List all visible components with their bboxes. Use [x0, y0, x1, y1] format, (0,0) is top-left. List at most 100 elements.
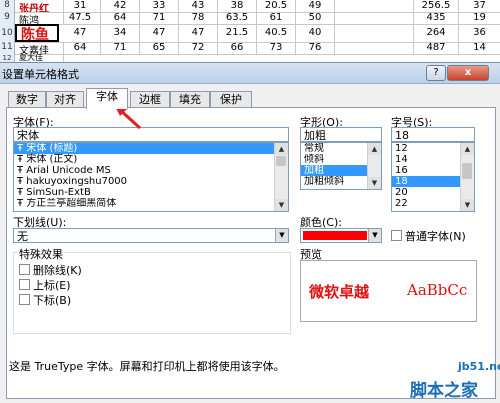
data-cell[interactable]: 40.5 [257, 24, 296, 42]
scroll-up-icon[interactable]: ▲ [275, 143, 288, 155]
name-cell[interactable]: 陈鸿 [15, 12, 64, 24]
data-cell[interactable]: 64 [60, 42, 101, 54]
font-list[interactable]: Ŧ 宋体 (标题) Ŧ 宋体 (正文) Ŧ Arial Unicode MS Ŧ… [13, 142, 289, 212]
data-cell[interactable] [335, 0, 414, 12]
row-header[interactable]: 10 [0, 24, 15, 42]
scroll-thumb[interactable] [276, 156, 286, 166]
style-list-scrollbar[interactable]: ▲ ▼ [367, 143, 381, 189]
data-cell[interactable]: 73 [257, 42, 296, 54]
data-cell[interactable]: 42 [101, 0, 140, 12]
subscript-label: 下标(B) [33, 294, 72, 307]
data-cell[interactable]: 47 [140, 24, 179, 42]
font-list-item[interactable]: Ŧ 方正兰亭超细黑简体 [14, 198, 288, 209]
data-cell[interactable]: 64 [101, 12, 140, 24]
data-cell[interactable]: 19 [459, 12, 500, 24]
subscript-checkbox[interactable] [19, 294, 30, 305]
font-tab-panel: 字体(F): 宋体 Ŧ 宋体 (标题) Ŧ 宋体 (正文) Ŧ Arial Un… [6, 107, 496, 399]
data-cell[interactable] [335, 42, 414, 54]
font-list-item[interactable]: Ŧ Arial Unicode MS [14, 165, 288, 176]
underline-value: 无 [17, 230, 28, 243]
watermark-name: 脚本之家 [410, 381, 478, 401]
truetype-icon: Ŧ [17, 198, 27, 209]
data-cell[interactable]: 38 [218, 0, 257, 12]
data-cell[interactable]: 31 [60, 0, 101, 12]
style-list[interactable]: 常规 倾斜 加粗 加粗倾斜 ▲ ▼ [300, 142, 382, 190]
data-cell[interactable]: 78 [179, 12, 218, 24]
scroll-thumb[interactable] [462, 163, 472, 179]
underline-select[interactable]: 无 ▼ [13, 228, 289, 243]
font-list-item[interactable]: Ŧ hakuyoxingshu7000 [14, 176, 288, 187]
row-header[interactable]: 11 [0, 42, 15, 54]
color-select[interactable]: ▼ [300, 228, 382, 243]
scroll-up-icon[interactable]: ▲ [368, 143, 381, 155]
scroll-down-icon[interactable]: ▼ [275, 199, 288, 211]
row-header[interactable]: 9 [0, 12, 15, 24]
data-cell[interactable]: 435 [414, 12, 459, 24]
superscript-checkbox[interactable] [19, 279, 30, 290]
data-cell[interactable]: 37 [459, 0, 500, 12]
data-cell[interactable]: 63.5 [218, 12, 257, 24]
tab-number[interactable]: 数字 [8, 91, 46, 108]
tab-protection[interactable]: 保护 [210, 91, 252, 108]
data-cell[interactable]: 20.5 [257, 0, 296, 12]
data-cell[interactable]: 40 [296, 24, 335, 42]
scroll-down-icon[interactable]: ▼ [368, 177, 381, 189]
row-header[interactable]: 12 [0, 54, 15, 62]
name-cell[interactable]: 文嘉佳 [15, 42, 64, 54]
data-cell[interactable]: 43 [179, 0, 218, 12]
size-list-scrollbar[interactable]: ▲ ▼ [460, 143, 474, 211]
data-cell[interactable]: 50 [296, 12, 335, 24]
name-cell[interactable]: 张丹红 [15, 0, 64, 12]
truetype-icon: Ŧ [17, 143, 27, 154]
data-cell[interactable]: 71 [101, 42, 140, 54]
name-cell[interactable]: 夏大佳 [15, 54, 64, 62]
tab-font[interactable]: 字体 [86, 88, 128, 109]
data-cell[interactable]: 72 [179, 42, 218, 54]
data-cell[interactable]: 47 [60, 24, 101, 42]
row-header[interactable]: 8 [0, 0, 15, 12]
strikethrough-checkbox[interactable] [19, 264, 30, 275]
tab-fill[interactable]: 填充 [170, 91, 210, 108]
data-cell[interactable] [335, 12, 414, 24]
data-cell[interactable]: 487 [414, 42, 459, 54]
tab-border[interactable]: 边框 [130, 91, 170, 108]
data-cell[interactable]: 33 [140, 0, 179, 12]
data-cell[interactable]: 21.5 [218, 24, 257, 42]
data-cell[interactable]: 61 [257, 12, 296, 24]
data-cell[interactable]: 47.5 [60, 12, 101, 24]
font-list-item[interactable]: Ŧ 宋体 (标题) [14, 143, 288, 154]
format-cells-dialog: 设置单元格格式 ? x 数字 对齐 字体 边框 填充 保护 字体(F): 宋体 … [0, 62, 500, 403]
data-cell[interactable]: 264 [414, 24, 459, 42]
data-cell[interactable]: 65 [140, 42, 179, 54]
tab-alignment[interactable]: 对齐 [46, 91, 84, 108]
font-list-item[interactable]: Ŧ 宋体 (正文) [14, 154, 288, 165]
style-input[interactable]: 加粗 [300, 127, 382, 142]
font-list-scrollbar[interactable]: ▲ ▼ [274, 143, 288, 211]
watermark-url: jb51.net [458, 360, 500, 373]
chevron-down-icon[interactable]: ▼ [275, 229, 288, 242]
chevron-down-icon[interactable]: ▼ [368, 229, 381, 242]
data-cell[interactable]: 47 [179, 24, 218, 42]
name-cell-selected[interactable]: 陈鱼 [15, 24, 59, 42]
size-input[interactable]: 18 [391, 127, 475, 142]
scroll-down-icon[interactable]: ▼ [461, 199, 474, 211]
data-cell[interactable]: 36 [459, 24, 500, 42]
data-cell[interactable]: 66 [218, 42, 257, 54]
data-cell[interactable]: 34 [101, 24, 140, 42]
data-cell[interactable]: 76 [296, 42, 335, 54]
normal-font-checkbox[interactable] [391, 230, 402, 241]
close-button[interactable]: x [447, 65, 489, 81]
truetype-icon: Ŧ [17, 165, 27, 176]
data-cell[interactable]: 49 [296, 0, 335, 12]
color-swatch [303, 231, 367, 240]
scroll-up-icon[interactable]: ▲ [461, 143, 474, 155]
data-cell[interactable]: 14 [459, 42, 500, 54]
font-list-item[interactable]: Ŧ SimSun-ExtB [14, 187, 288, 198]
help-button[interactable]: ? [426, 65, 446, 81]
data-cell[interactable]: 71 [140, 12, 179, 24]
data-cell[interactable] [335, 24, 414, 42]
data-cell[interactable]: 256.5 [414, 0, 459, 12]
size-list[interactable]: 12 14 16 18 20 22 ▲ ▼ [391, 142, 475, 212]
font-input[interactable]: 宋体 [13, 127, 289, 142]
dialog-titlebar[interactable]: 设置单元格格式 ? x [0, 63, 500, 84]
